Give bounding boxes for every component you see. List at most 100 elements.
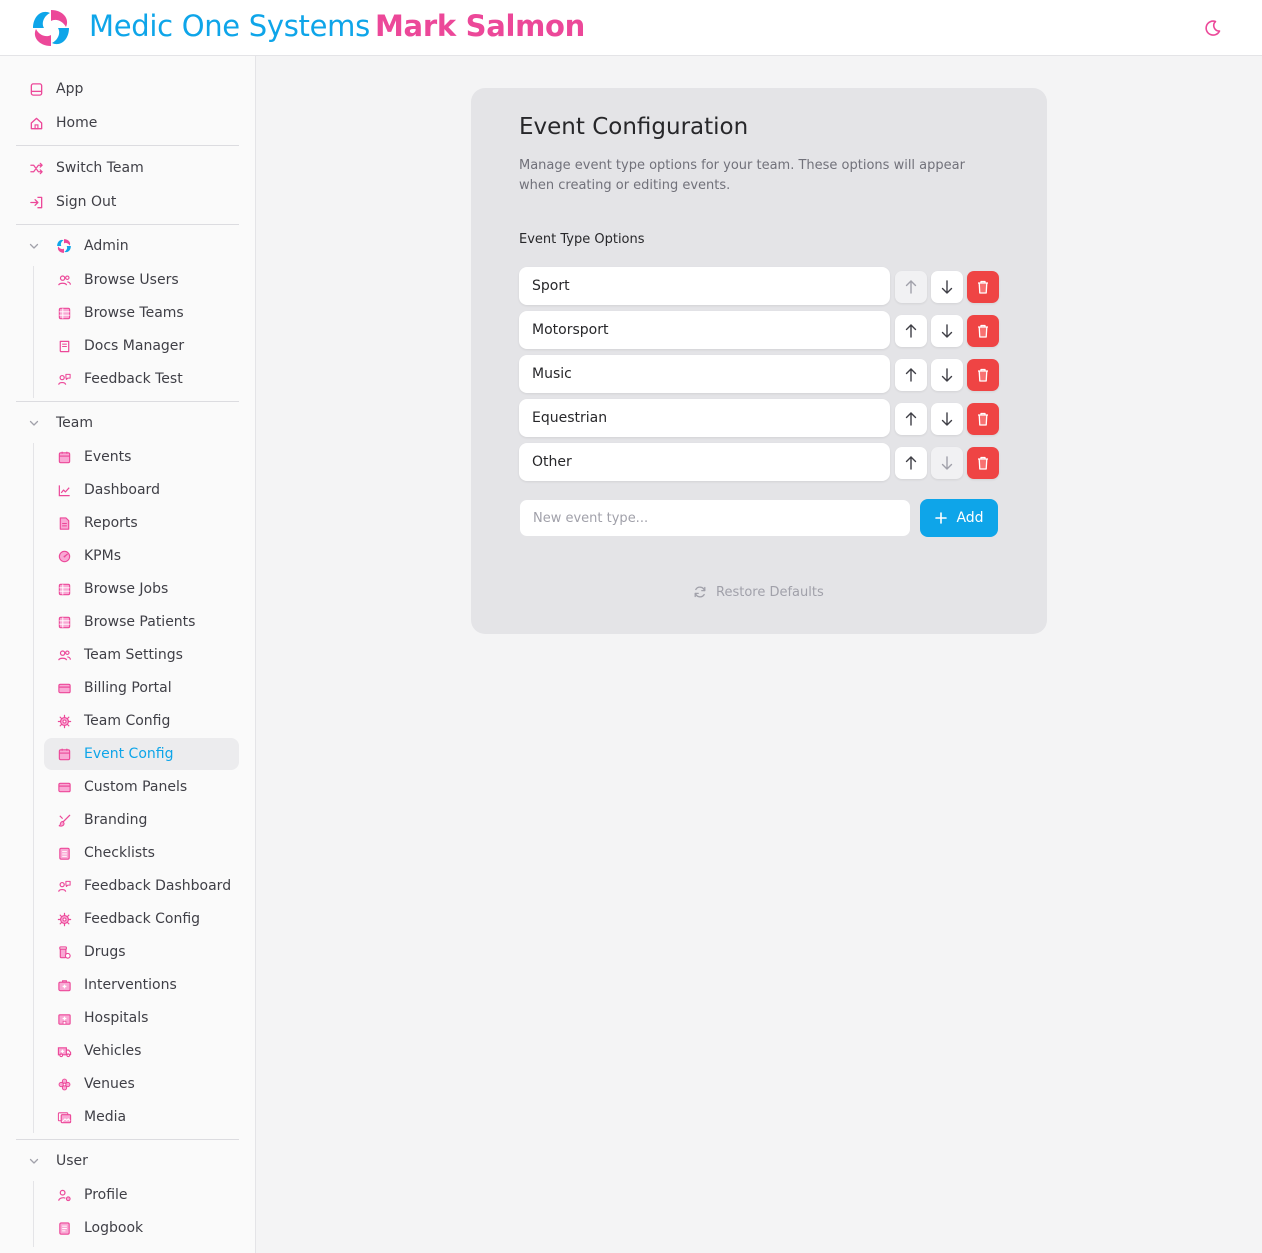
chevron-down-icon <box>29 420 39 426</box>
table-icon <box>56 581 72 597</box>
page-title: Event Configuration <box>519 114 749 140</box>
sidebar-item-vehicles[interactable]: Vehicles <box>44 1035 239 1067</box>
sidebar-item-logbook[interactable]: Logbook <box>44 1212 239 1244</box>
sidebar-item-billing-portal[interactable]: Billing Portal <box>44 672 239 704</box>
move-up-button[interactable] <box>895 447 927 479</box>
event-type-input[interactable]: Music <box>519 355 890 393</box>
sidebar-item-browse-teams[interactable]: Browse Teams <box>44 297 239 329</box>
sidebar-item-interventions[interactable]: Interventions <box>44 969 239 1001</box>
sidebar-item-label: KPMs <box>84 548 121 564</box>
refresh-icon <box>694 586 706 598</box>
shuffle-icon <box>28 160 44 176</box>
sidebar-item-hospitals[interactable]: Hospitals <box>44 1002 239 1034</box>
pill-bottle-icon <box>56 944 72 960</box>
event-type-input[interactable]: Motorsport <box>519 311 890 349</box>
credit-card-icon <box>56 779 72 795</box>
move-down-button[interactable] <box>931 447 963 479</box>
sidebar-item-label: Team Settings <box>84 647 183 663</box>
sidebar-item-label: Drugs <box>84 944 126 960</box>
images-icon <box>56 1109 72 1125</box>
sidebar-item-label: Checklists <box>84 845 155 861</box>
sidebar-group-admin[interactable]: Admin <box>20 230 239 262</box>
sidebar-item-browse-users[interactable]: Browse Users <box>44 264 239 296</box>
sidebar-item-team-config[interactable]: Team Config <box>44 705 239 737</box>
move-up-button[interactable] <box>895 315 927 347</box>
sidebar-item-feedback-config[interactable]: Feedback Config <box>44 903 239 935</box>
sidebar-item-label: Browse Patients <box>84 614 196 630</box>
moon-icon[interactable] <box>1203 18 1223 38</box>
sidebar-item-label: Reports <box>84 515 138 531</box>
sidebar-item-branding[interactable]: Branding <box>44 804 239 836</box>
sidebar-item-app[interactable]: App <box>20 73 239 105</box>
sidebar-item-feedback-test[interactable]: Feedback Test <box>44 363 239 395</box>
delete-button[interactable] <box>967 271 999 303</box>
gauge-icon <box>56 548 72 564</box>
hospital-icon <box>56 1010 72 1026</box>
new-event-type-input[interactable] <box>519 499 911 537</box>
sidebar-item-switch-team[interactable]: Switch Team <box>20 152 239 184</box>
sidebar-item-kpms[interactable]: KPMs <box>44 540 239 572</box>
sidebar-item-reports[interactable]: Reports <box>44 507 239 539</box>
delete-button[interactable] <box>967 359 999 391</box>
move-up-button[interactable] <box>895 403 927 435</box>
sidebar-item-label: Feedback Test <box>84 371 183 387</box>
move-down-button[interactable] <box>931 403 963 435</box>
sidebar-group-user[interactable]: User <box>20 1145 239 1177</box>
page-description: Manage event type options for your team.… <box>519 158 965 193</box>
move-up-button[interactable] <box>895 271 927 303</box>
event-type-input[interactable]: Equestrian <box>519 399 890 437</box>
sidebar-item-checklists[interactable]: Checklists <box>44 837 239 869</box>
sidebar-item-home[interactable]: Home <box>20 107 239 139</box>
sidebar-item-browse-jobs[interactable]: Browse Jobs <box>44 573 239 605</box>
sign-out-icon <box>28 194 44 210</box>
sidebar-item-sign-out[interactable]: Sign Out <box>20 186 239 218</box>
sidebar-item-venues[interactable]: Venues <box>44 1068 239 1100</box>
sidebar-item-custom-panels[interactable]: Custom Panels <box>44 771 239 803</box>
delete-button[interactable] <box>967 315 999 347</box>
calendar-icon <box>56 746 72 762</box>
divider <box>16 401 239 402</box>
event-config-card: Event Configuration Manage event type op… <box>471 88 1047 634</box>
restore-defaults-button[interactable]: Restore Defaults <box>693 582 824 602</box>
arrow-up-icon <box>905 456 917 470</box>
delete-button[interactable] <box>967 403 999 435</box>
sidebar-group-label: Team <box>56 415 94 431</box>
sidebar-item-label: Event Config <box>84 746 174 762</box>
user-cog-icon <box>56 1187 72 1203</box>
plus-icon <box>935 512 948 524</box>
move-down-button[interactable] <box>931 359 963 391</box>
swirl-logo-icon[interactable] <box>30 7 72 49</box>
event-type-input[interactable]: Sport <box>519 267 890 305</box>
sidebar-item-team-settings[interactable]: Team Settings <box>44 639 239 671</box>
sidebar-item-feedback-dashboard[interactable]: Feedback Dashboard <box>44 870 239 902</box>
sidebar-item-label: Browse Jobs <box>84 581 169 597</box>
user-name: Mark Salmon <box>375 9 585 43</box>
restore-defaults-label: Restore Defaults <box>716 584 824 600</box>
sidebar-item-drugs[interactable]: Drugs <box>44 936 239 968</box>
sidebar-item-profile[interactable]: Profile <box>44 1179 239 1211</box>
sidebar-item-label: Dashboard <box>84 482 160 498</box>
sidebar-group-label: User <box>56 1153 88 1169</box>
sidebar-item-label: Events <box>84 449 132 465</box>
sidebar-item-media[interactable]: Media <box>44 1101 239 1133</box>
arrow-up-icon <box>905 412 917 426</box>
arrow-up-icon <box>905 368 917 382</box>
sidebar-item-event-config[interactable]: Event Config <box>44 738 239 770</box>
event-type-input[interactable]: Other <box>519 443 890 481</box>
sidebar-item-browse-patients[interactable]: Browse Patients <box>44 606 239 638</box>
delete-button[interactable] <box>967 447 999 479</box>
move-up-button[interactable] <box>895 359 927 391</box>
sidebar-item-docs-manager[interactable]: Docs Manager <box>44 330 239 362</box>
sidebar-item-dashboard[interactable]: Dashboard <box>44 474 239 506</box>
arrow-down-icon <box>941 456 953 470</box>
chart-icon <box>56 482 72 498</box>
sidebar-item-events[interactable]: Events <box>44 441 239 473</box>
brush-icon <box>56 812 72 828</box>
sidebar-group-team[interactable]: Team <box>20 407 239 439</box>
move-down-button[interactable] <box>931 271 963 303</box>
add-button[interactable]: Add <box>920 499 998 537</box>
brand-name[interactable]: Medic One Systems <box>89 9 370 43</box>
sidebar-item-label: Sign Out <box>56 194 117 210</box>
move-down-button[interactable] <box>931 315 963 347</box>
credit-card-icon <box>56 680 72 696</box>
